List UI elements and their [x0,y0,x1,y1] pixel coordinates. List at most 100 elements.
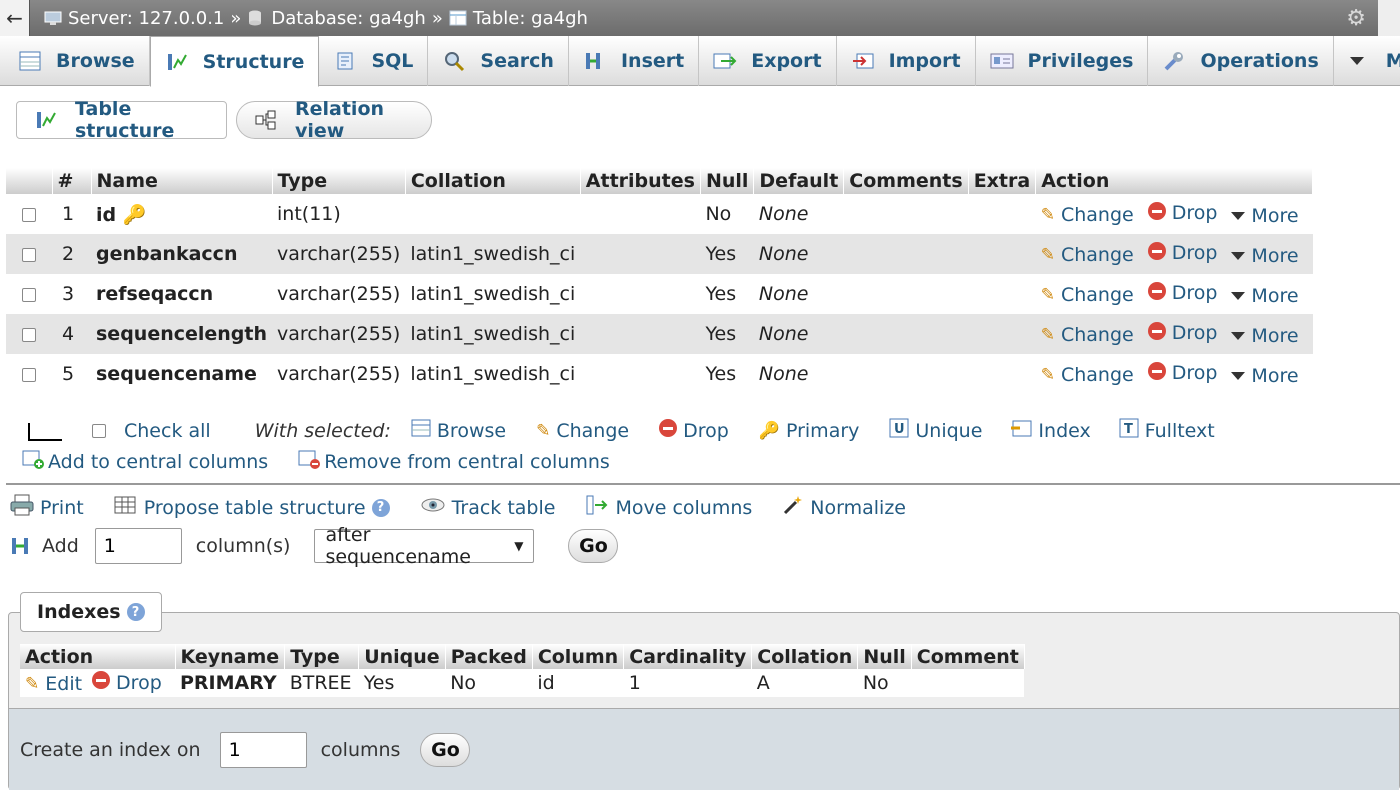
column-position-select[interactable]: after sequencename ▼ [314,524,535,568]
change-button[interactable]: ✎ Change [1041,284,1134,306]
create-index-go-button[interactable]: Go [420,732,471,767]
row-checkbox[interactable] [22,287,36,302]
row-checkbox[interactable] [22,367,36,382]
more-button[interactable]: More [1231,285,1299,307]
column-comments [844,194,968,234]
print-button[interactable]: Print [10,494,84,521]
pencil-icon: ✎ [1040,284,1055,305]
bulk-unique-button[interactable]: U Unique [889,418,982,443]
more-button[interactable]: More [1231,365,1299,387]
add-columns-count-input[interactable] [94,528,182,564]
search-icon [442,50,466,72]
row-checkbox[interactable] [22,247,36,262]
header-collation[interactable]: Collation [405,168,581,194]
with-selected-bar: Check all With selected: Browse ✎ Change … [22,418,1215,443]
index-collation: A [751,669,858,697]
more-label: More [1251,244,1299,267]
idx-header-packed: Packed [445,644,533,669]
column-type: varchar(255) [272,234,406,274]
breadcrumb-bar: ← Server: 127.0.0.1 » Database: ga4gh » … [0,0,1400,36]
index-null: No [857,669,912,697]
change-button[interactable]: ✎ Change [1041,364,1134,386]
header-comments[interactable]: Comments [843,168,969,194]
check-all-label[interactable]: Check all [124,420,211,442]
column-row: 2 genbankaccn varchar(255) latin1_swedish_c… [6,234,1313,274]
tab-more[interactable]: More [1334,36,1400,86]
normalize-button[interactable]: Normalize [782,494,906,521]
add-columns-go-button[interactable]: Go [568,529,619,563]
column-comments [844,354,968,394]
add-central-columns-button[interactable]: Add to central columns [22,448,268,475]
tab-browse[interactable]: Browse [4,36,150,86]
drop-label: Drop [1171,322,1218,344]
bulk-fulltext-button[interactable]: T Fulltext [1119,418,1215,443]
tab-import[interactable]: Import [837,36,976,86]
change-button[interactable]: ✎ Change [1041,244,1134,266]
help-icon[interactable]: ? [371,498,390,517]
row-checkbox[interactable] [22,327,36,342]
help-icon[interactable]: ? [126,603,145,621]
change-label: Change [1060,283,1134,306]
gear-icon[interactable]: ⚙ [1346,6,1366,31]
bulk-primary-button[interactable]: 🔑 Primary [759,420,860,442]
tab-structure[interactable]: Structure [149,36,320,87]
breadcrumb-database[interactable]: Database: ga4gh [271,8,425,29]
change-button[interactable]: ✎ Change [1041,204,1134,226]
check-all-checkbox[interactable] [92,423,106,438]
propose-structure-button[interactable]: Propose table structure? [114,494,390,521]
print-label: Print [40,496,84,519]
track-table-button[interactable]: Track table [420,496,555,519]
more-button[interactable]: More [1231,244,1299,267]
bulk-index-button[interactable]: Index [1010,418,1091,443]
tab-export[interactable]: Export [699,36,837,86]
pencil-icon: ✎ [1040,244,1055,265]
index-drop-button[interactable]: Drop [92,671,162,694]
move-columns-button[interactable]: Move columns [585,494,752,521]
header-type[interactable]: Type [272,168,406,194]
tab-operations[interactable]: Operations [1148,36,1334,86]
header-extra[interactable]: Extra [968,168,1037,194]
header-default[interactable]: Default [753,168,845,194]
breadcrumb-table[interactable]: Table: ga4gh [473,8,588,29]
header-name[interactable]: Name [91,168,273,194]
tab-privileges[interactable]: Privileges [976,36,1149,86]
drop-button[interactable]: Drop [1147,241,1218,265]
tab-search[interactable]: Search [428,36,569,86]
column-null: Yes [700,234,754,274]
index-edit-button[interactable]: ✎ Edit [25,673,82,695]
remove-central-columns-button[interactable]: Remove from central columns [298,448,610,475]
column-name-text: id [96,203,117,226]
database-icon [247,10,267,26]
drop-label: Drop [1171,242,1218,264]
header-null[interactable]: Null [700,168,755,194]
header-attributes[interactable]: Attributes [580,168,701,194]
row-checkbox[interactable] [22,207,36,222]
breadcrumb-server[interactable]: Server: 127.0.0.1 [68,8,224,29]
header-checkbox [6,168,53,194]
index-icon [1010,418,1032,443]
drop-button[interactable]: Drop [1147,321,1218,345]
column-collation: latin1_swedish_ci [410,363,576,385]
chevron-down-icon [1231,251,1246,260]
drop-button[interactable]: Drop [1147,201,1217,225]
drop-icon [1147,281,1166,305]
more-button[interactable]: More [1231,205,1299,227]
bulk-change-button[interactable]: ✎ Change [536,420,629,442]
tab-label: Privileges [1027,50,1134,72]
index-row: ✎ Edit Drop PRIMARY BTREE Yes No id 1 A No [20,669,1025,697]
back-arrow-icon[interactable]: ← [0,0,30,36]
bulk-drop-button[interactable]: Drop [659,419,729,442]
column-attributes [580,194,700,234]
drop-button[interactable]: Drop [1147,361,1217,385]
bulk-browse-button[interactable]: Browse [411,419,506,442]
tab-insert[interactable]: Insert [569,36,700,86]
propose-label: Propose table structure [143,496,366,519]
tab-sql[interactable]: SQL [319,36,429,86]
create-index-count-input[interactable] [219,731,307,768]
index-packed: No [445,669,533,697]
subtab-table-structure[interactable]: Table structure [16,98,227,142]
more-button[interactable]: More [1231,325,1299,347]
drop-button[interactable]: Drop [1147,281,1217,305]
subtab-relation-view[interactable]: Relation view [236,98,432,142]
change-button[interactable]: ✎ Change [1041,324,1134,346]
